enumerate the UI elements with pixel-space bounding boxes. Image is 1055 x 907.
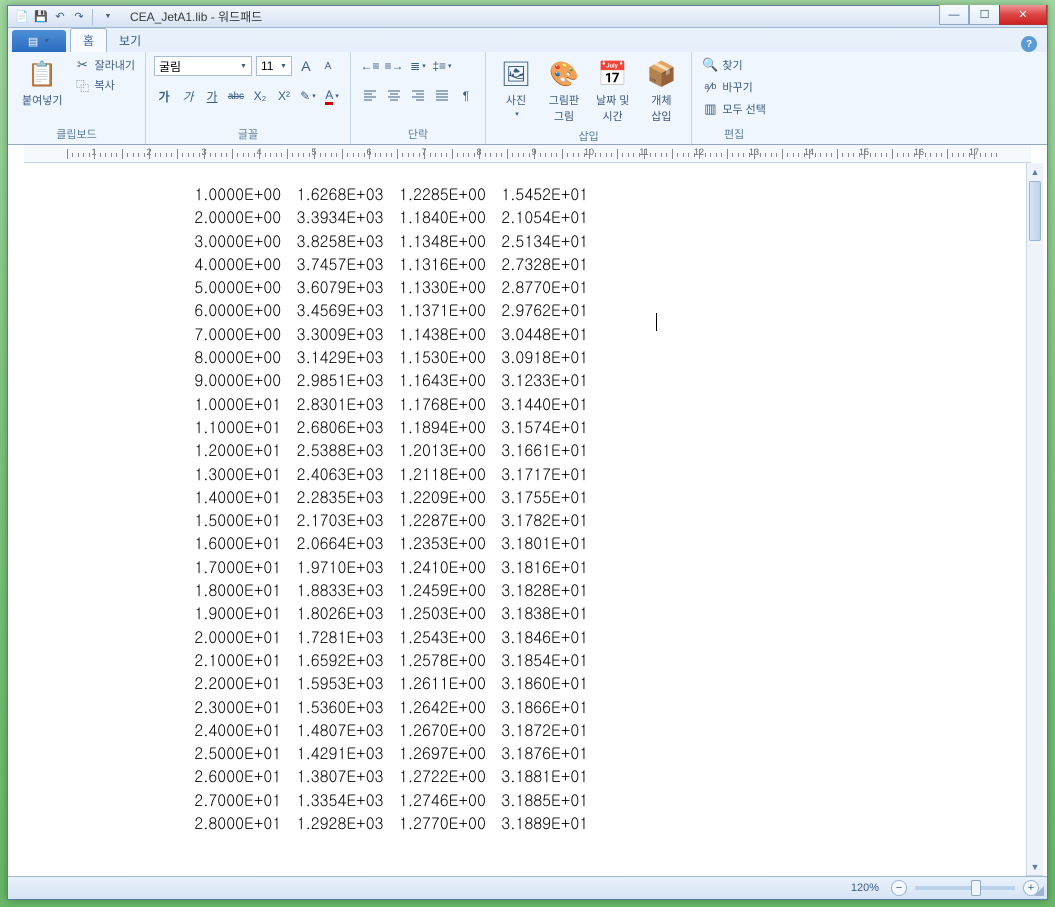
text-cursor (656, 313, 657, 331)
insert-datetime-button[interactable]: 📅날짜 및 시간 (590, 56, 635, 126)
group-clipboard: 📋 붙여넣기 ✂잘라내기 ⿻복사 클립보드 (8, 52, 146, 144)
group-insert: 🖼사진▾ 🎨그림판 그림 📅날짜 및 시간 📦개체 삽입 삽입 (486, 52, 692, 144)
insert-object-button[interactable]: 📦개체 삽입 (639, 56, 683, 126)
cut-label: 잘라내기 (94, 57, 134, 73)
find-label: 찾기 (722, 57, 742, 73)
ribbon: ▤▼ 홈 보기 ? 📋 붙여넣기 ✂잘라내기 ⿻복사 클립보드 (8, 28, 1047, 145)
selectall-button[interactable]: ▥모두 선택 (700, 100, 768, 118)
zoom-percent[interactable]: 120% (851, 882, 879, 894)
group-font: 굴림▼ 11▼ A A 가 가 가 abc X₂ X² (146, 52, 351, 144)
paint-label: 그림판 그림 (549, 92, 579, 124)
align-left-button[interactable] (359, 86, 381, 106)
align-center-button[interactable] (383, 86, 405, 106)
wordpad-window: 📄 💾 ↶ ↷ ▼ CEA_JetA1.lib - 워드패드 — ☐ ✕ ▤▼ … (7, 5, 1048, 900)
save-icon[interactable]: 💾 (33, 9, 49, 25)
replace-button[interactable]: ᵃ⁄ᵇ바꾸기 (700, 78, 768, 96)
find-icon: 🔍 (702, 57, 718, 73)
window-title: CEA_JetA1.lib - 워드패드 (130, 8, 262, 25)
picture-label: 사진 (506, 92, 526, 108)
object-icon: 📦 (645, 58, 677, 90)
titlebar[interactable]: 📄 💾 ↶ ↷ ▼ CEA_JetA1.lib - 워드패드 — ☐ ✕ (8, 6, 1047, 28)
app-icon: 📄 (14, 9, 30, 25)
insert-picture-button[interactable]: 🖼사진▾ (494, 56, 538, 120)
find-button[interactable]: 🔍찾기 (700, 56, 768, 74)
increase-indent-button[interactable]: ≡→ (383, 56, 405, 76)
copy-button[interactable]: ⿻복사 (72, 76, 136, 94)
paste-label: 붙여넣기 (22, 92, 62, 108)
cut-button[interactable]: ✂잘라내기 (72, 56, 136, 74)
datetime-icon: 📅 (597, 58, 629, 90)
picture-icon: 🖼 (500, 58, 532, 90)
font-size-combo[interactable]: 11▼ (256, 56, 292, 76)
cut-icon: ✂ (74, 57, 90, 73)
zoom-out-button[interactable]: − (891, 880, 907, 896)
superscript-button[interactable]: X² (274, 86, 294, 106)
bullets-button[interactable]: ≣▾ (407, 56, 429, 76)
selectall-label: 모두 선택 (722, 101, 766, 117)
window-controls: — ☐ ✕ (939, 5, 1047, 25)
scroll-up-icon[interactable]: ▲ (1027, 163, 1043, 180)
minimize-button[interactable]: — (939, 5, 969, 25)
document-content[interactable]: 1.0000E+00 1.6268E+03 1.2285E+00 1.5452E… (24, 163, 1023, 835)
group-editing: 🔍찾기 ᵃ⁄ᵇ바꾸기 ▥모두 선택 편집 (692, 52, 776, 144)
file-menu-button[interactable]: ▤▼ (12, 30, 66, 52)
editing-group-label: 편집 (700, 124, 768, 142)
insert-group-label: 삽입 (494, 126, 683, 144)
tab-view[interactable]: 보기 (107, 29, 153, 52)
document-area: 1.0000E+00 1.6268E+03 1.2285E+00 1.5452E… (10, 163, 1045, 876)
italic-button[interactable]: 가 (178, 86, 198, 106)
font-group-label: 글꼴 (154, 124, 342, 142)
zoom-slider-thumb[interactable] (971, 880, 981, 896)
ribbon-body: 📋 붙여넣기 ✂잘라내기 ⿻복사 클립보드 굴림▼ 11▼ (8, 52, 1047, 144)
paint-icon: 🎨 (548, 58, 580, 90)
selectall-icon: ▥ (702, 101, 718, 117)
tab-home[interactable]: 홈 (70, 28, 107, 52)
file-menu-icon: ▤ (28, 35, 38, 48)
clipboard-group-label: 클립보드 (16, 124, 137, 142)
help-icon[interactable]: ? (1021, 36, 1037, 52)
qat-customize-icon[interactable]: ▼ (100, 9, 116, 25)
insert-paint-button[interactable]: 🎨그림판 그림 (542, 56, 586, 126)
statusbar: 120% − + (8, 876, 1047, 899)
scroll-down-icon[interactable]: ▼ (1027, 859, 1043, 876)
vertical-scrollbar[interactable]: ▲ ▼ (1026, 163, 1043, 876)
copy-label: 복사 (94, 77, 114, 93)
zoom-slider[interactable] (915, 886, 1015, 890)
copy-icon: ⿻ (74, 77, 90, 93)
shrink-font-button[interactable]: A (318, 56, 338, 76)
redo-icon[interactable]: ↷ (71, 9, 87, 25)
font-color-button[interactable]: A▾ (322, 86, 342, 106)
paragraph-group-label: 단락 (359, 124, 477, 142)
object-label: 개체 삽입 (651, 92, 671, 124)
highlight-button[interactable]: ✎▾ (298, 86, 318, 106)
replace-label: 바꾸기 (722, 79, 752, 95)
undo-icon[interactable]: ↶ (52, 9, 68, 25)
font-name-combo[interactable]: 굴림▼ (154, 56, 252, 76)
quick-access-toolbar: 📄 💾 ↶ ↷ ▼ (8, 9, 122, 25)
maximize-button[interactable]: ☐ (969, 5, 999, 25)
ribbon-tabs: ▤▼ 홈 보기 ? (8, 28, 1047, 52)
datetime-label: 날짜 및 시간 (596, 92, 629, 124)
strike-button[interactable]: abc (226, 86, 246, 106)
subscript-button[interactable]: X₂ (250, 86, 270, 106)
align-right-button[interactable] (407, 86, 429, 106)
align-justify-button[interactable] (431, 86, 453, 106)
resize-grip[interactable] (1031, 883, 1045, 897)
line-spacing-button[interactable]: ‡≡▾ (431, 56, 453, 76)
document-viewport[interactable]: 1.0000E+00 1.6268E+03 1.2285E+00 1.5452E… (24, 163, 1023, 876)
ruler[interactable]: 1234567891011121314151617 (24, 145, 1031, 163)
group-paragraph: ←≡ ≡→ ≣▾ ‡≡▾ ¶ 단락 (351, 52, 486, 144)
qat-separator (92, 9, 93, 25)
paste-button[interactable]: 📋 붙여넣기 (16, 56, 68, 110)
replace-icon: ᵃ⁄ᵇ (702, 79, 718, 95)
paste-icon: 📋 (26, 58, 58, 90)
paragraph-dialog-button[interactable]: ¶ (455, 86, 477, 106)
scroll-thumb[interactable] (1029, 181, 1041, 241)
decrease-indent-button[interactable]: ←≡ (359, 56, 381, 76)
bold-button[interactable]: 가 (154, 86, 174, 106)
close-button[interactable]: ✕ (999, 5, 1047, 25)
underline-button[interactable]: 가 (202, 86, 222, 106)
grow-font-button[interactable]: A (296, 56, 316, 76)
